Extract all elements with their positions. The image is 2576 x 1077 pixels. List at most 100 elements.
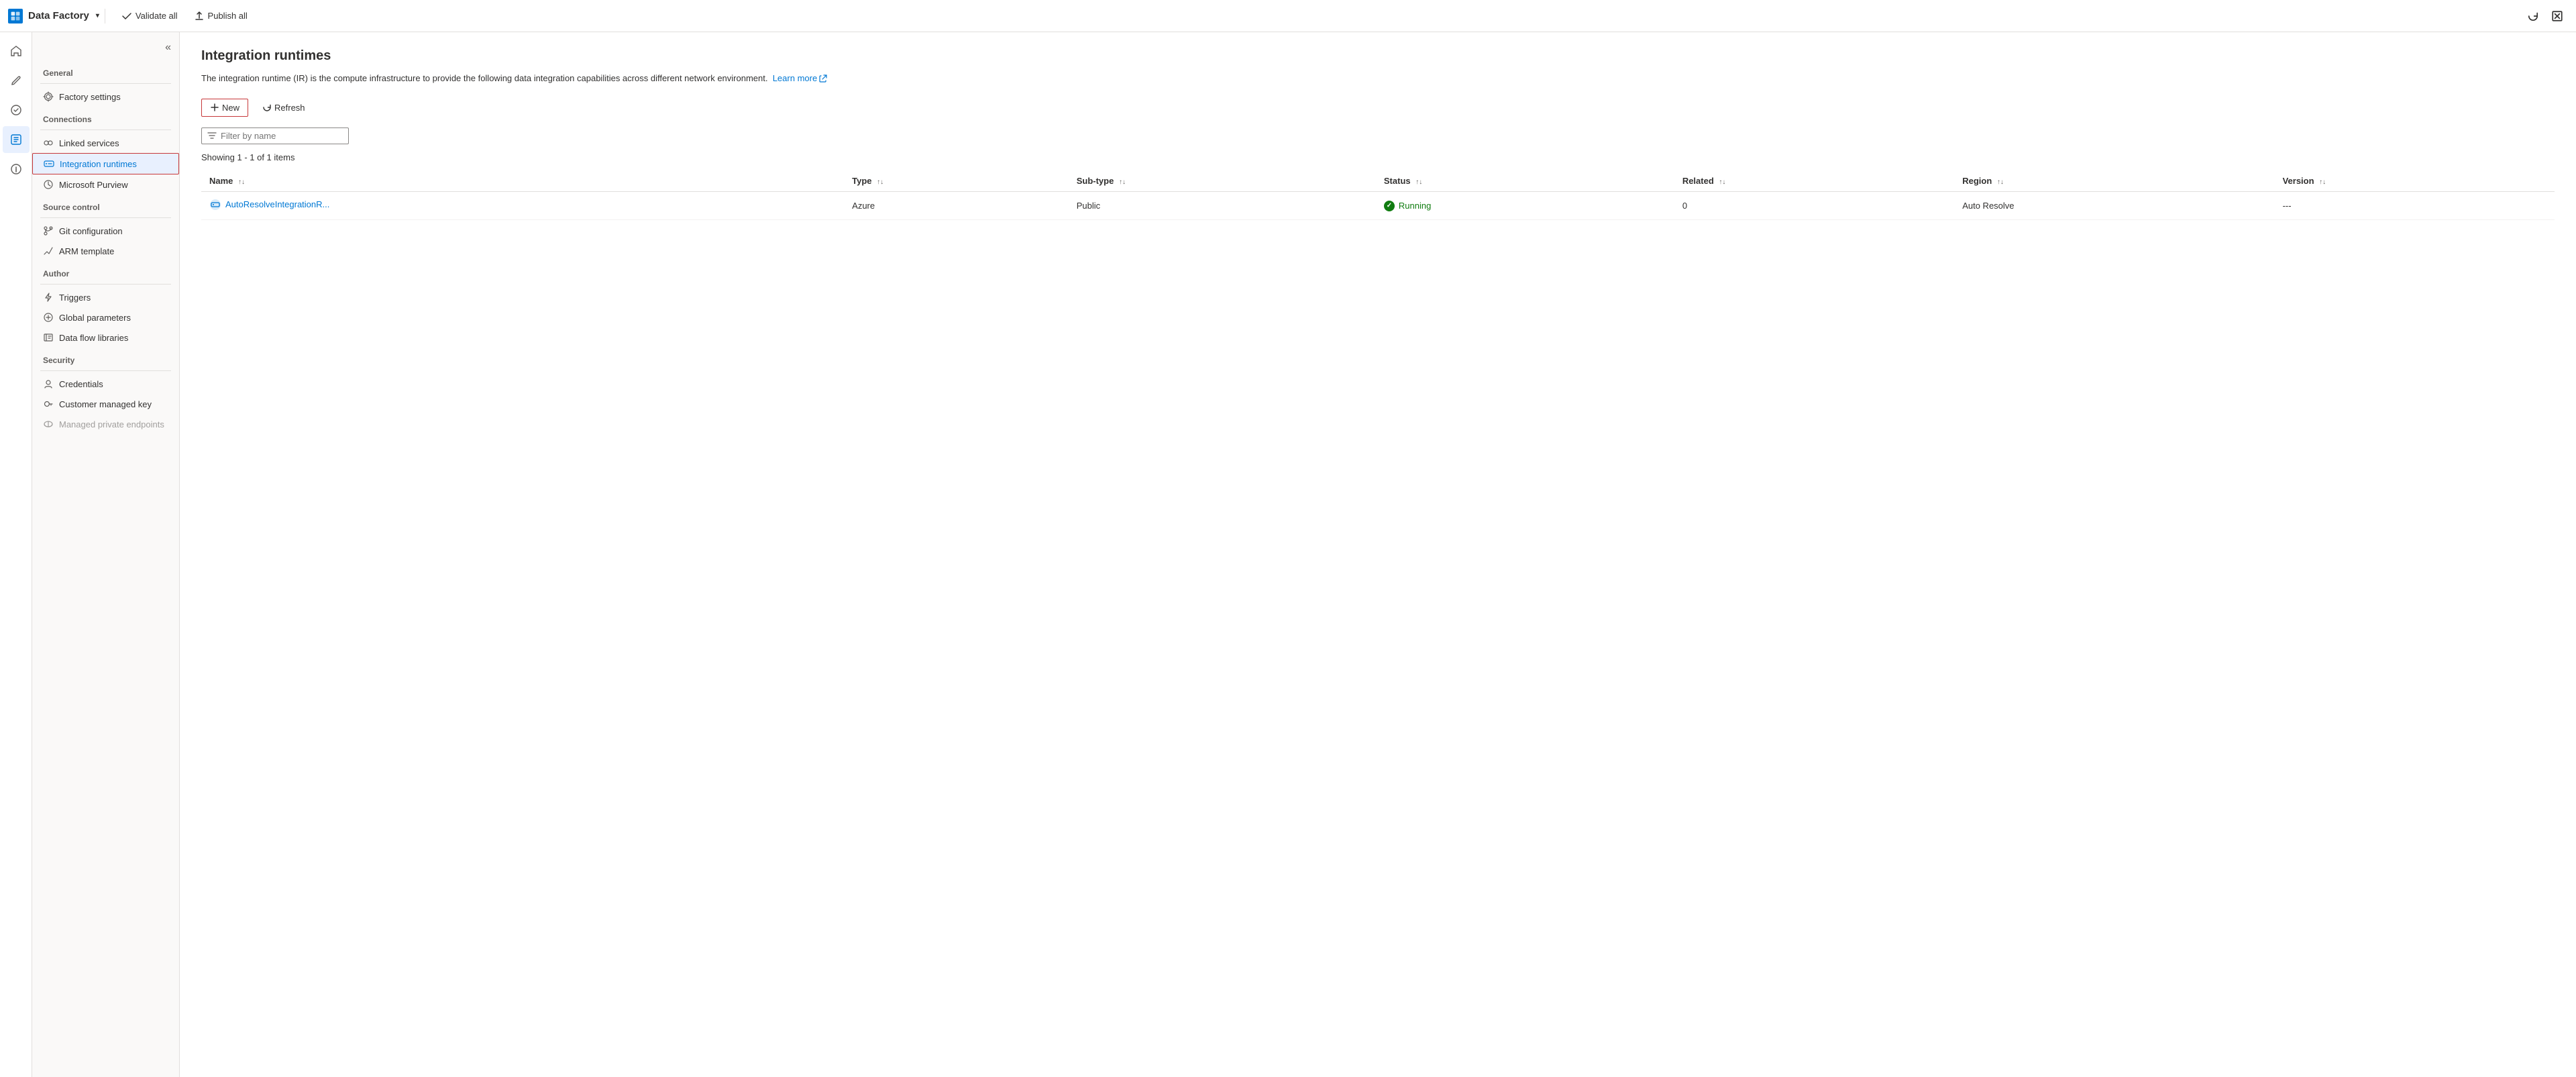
brand-label: Data Factory <box>28 10 89 21</box>
sidebar-item-linked-services[interactable]: Linked services <box>32 133 179 153</box>
brand-icon <box>8 9 23 23</box>
params-icon <box>43 312 54 323</box>
rail-monitor-button[interactable] <box>3 97 30 123</box>
page-description: The integration runtime (IR) is the comp… <box>201 72 2555 85</box>
col-header-type: Type ↑↓ <box>844 170 1069 192</box>
chevron-down-icon: ▾ <box>96 12 99 19</box>
sidebar-item-managed-private-endpoints: Managed private endpoints <box>32 414 179 434</box>
refresh-button[interactable]: Refresh <box>254 99 314 117</box>
cell-status: Running <box>1376 191 1674 219</box>
endpoint-icon <box>43 419 54 429</box>
purview-icon <box>43 179 54 190</box>
sidebar-section-source-control: Source control <box>32 195 179 215</box>
sidebar-item-data-flow-libraries[interactable]: Data flow libraries <box>32 327 179 348</box>
body-layout: « General Factory settings Connections L… <box>0 32 2576 1077</box>
runtime-name-link[interactable]: AutoResolveIntegrationR... <box>225 199 329 209</box>
cell-version: --- <box>2275 191 2555 219</box>
sidebar-item-microsoft-purview[interactable]: Microsoft Purview <box>32 174 179 195</box>
table-header-row: Name ↑↓ Type ↑↓ Sub-type ↑↓ Status ↑↓ <box>201 170 2555 192</box>
page-title: Integration runtimes <box>201 48 2555 64</box>
sidebar: « General Factory settings Connections L… <box>32 32 180 1077</box>
col-header-status: Status ↑↓ <box>1376 170 1674 192</box>
plus-icon <box>210 103 219 112</box>
sidebar-item-git-configuration[interactable]: Git configuration <box>32 221 179 241</box>
toolbar: New Refresh <box>201 99 2555 117</box>
sort-icon-subtype[interactable]: ↑↓ <box>1119 178 1126 186</box>
arm-icon <box>43 246 54 256</box>
runtime-row-icon <box>209 199 221 211</box>
divider-security <box>40 370 171 371</box>
filter-icon <box>207 131 217 140</box>
trigger-icon <box>43 292 54 303</box>
cell-related: 0 <box>1674 191 1954 219</box>
sidebar-item-credentials[interactable]: Credentials <box>32 374 179 394</box>
sidebar-item-global-parameters[interactable]: Global parameters <box>32 307 179 327</box>
col-header-subtype: Sub-type ↑↓ <box>1069 170 1376 192</box>
sort-icon-related[interactable]: ↑↓ <box>1719 178 1725 186</box>
sort-icon-status[interactable]: ↑↓ <box>1415 178 1422 186</box>
sidebar-item-triggers[interactable]: Triggers <box>32 287 179 307</box>
validate-all-button[interactable]: Validate all <box>116 8 183 24</box>
filter-input[interactable] <box>221 131 343 141</box>
sort-icon-version[interactable]: ↑↓ <box>2319 178 2326 186</box>
settings-icon <box>43 91 54 102</box>
refresh-icon <box>262 103 272 112</box>
home-icon <box>9 44 23 58</box>
status-dot <box>1384 201 1395 211</box>
sidebar-section-security: Security <box>32 348 179 368</box>
cell-subtype: Public <box>1069 191 1376 219</box>
credentials-icon <box>43 378 54 389</box>
learn-more-link[interactable]: Learn more <box>773 72 827 85</box>
rail-home-button[interactable] <box>3 38 30 64</box>
col-header-region: Region ↑↓ <box>1954 170 2274 192</box>
cell-name: AutoResolveIntegrationR... <box>201 191 844 219</box>
rail-manage-button[interactable] <box>3 126 30 153</box>
discard-icon <box>2551 10 2563 22</box>
table-row: AutoResolveIntegrationR... Azure Public … <box>201 191 2555 219</box>
col-header-related: Related ↑↓ <box>1674 170 1954 192</box>
sidebar-item-factory-settings[interactable]: Factory settings <box>32 87 179 107</box>
status-running: Running <box>1384 201 1431 211</box>
rail-learn-button[interactable] <box>3 156 30 183</box>
cell-type: Azure <box>844 191 1069 219</box>
publish-icon <box>194 11 205 21</box>
publish-all-button[interactable]: Publish all <box>189 8 253 24</box>
col-header-version: Version ↑↓ <box>2275 170 2555 192</box>
refresh-icon <box>2527 10 2539 22</box>
sidebar-section-general: General <box>32 60 179 81</box>
topbar-discard-button[interactable] <box>2546 5 2568 27</box>
sidebar-item-integration-runtimes[interactable]: Integration runtimes <box>32 153 179 174</box>
collapse-icon[interactable]: « <box>162 40 174 55</box>
sort-icon-type[interactable]: ↑↓ <box>877 178 883 186</box>
main-content: Integration runtimes The integration run… <box>180 32 2576 1077</box>
learn-icon <box>9 162 23 176</box>
divider-general <box>40 83 171 84</box>
link-icon <box>43 138 54 148</box>
brand[interactable]: Data Factory ▾ <box>8 9 105 23</box>
key-icon <box>43 399 54 409</box>
rail-edit-button[interactable] <box>3 67 30 94</box>
filter-input-wrap <box>201 127 349 144</box>
topbar: Data Factory ▾ Validate all Publish all <box>0 0 2576 32</box>
sort-icon-name[interactable]: ↑↓ <box>238 178 245 186</box>
library-icon <box>43 332 54 343</box>
external-link-icon <box>819 74 827 83</box>
manage-icon <box>9 133 23 146</box>
count-text: Showing 1 - 1 of 1 items <box>201 152 2555 162</box>
sort-icon-region[interactable]: ↑↓ <box>1997 178 2004 186</box>
new-button[interactable]: New <box>201 99 248 117</box>
col-header-name: Name ↑↓ <box>201 170 844 192</box>
edit-icon <box>9 74 23 87</box>
sidebar-collapse-btn[interactable]: « <box>32 38 179 60</box>
sidebar-section-author: Author <box>32 261 179 281</box>
git-icon <box>43 225 54 236</box>
monitor-icon <box>9 103 23 117</box>
topbar-icons <box>2522 5 2568 27</box>
icon-rail <box>0 32 32 1077</box>
topbar-refresh-button[interactable] <box>2522 5 2544 27</box>
sidebar-item-customer-managed-key[interactable]: Customer managed key <box>32 394 179 414</box>
sidebar-item-arm-template[interactable]: ARM template <box>32 241 179 261</box>
sidebar-section-connections: Connections <box>32 107 179 127</box>
divider-author <box>40 284 171 285</box>
cell-region: Auto Resolve <box>1954 191 2274 219</box>
